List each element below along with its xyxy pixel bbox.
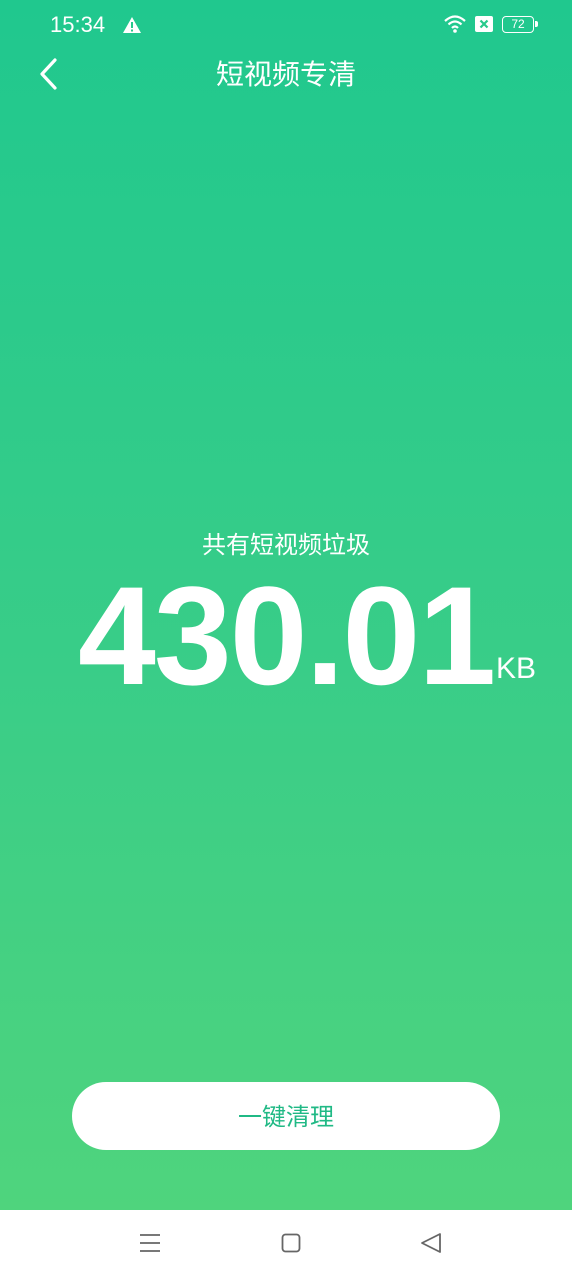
battery-icon: 72 — [502, 16, 538, 33]
menu-icon[interactable] — [139, 1232, 161, 1258]
home-icon[interactable] — [281, 1233, 301, 1257]
junk-size-unit: KB — [496, 652, 537, 685]
warning-icon — [122, 16, 142, 38]
sim-error-icon — [474, 15, 494, 37]
wifi-icon — [443, 14, 467, 38]
junk-size-value: 430.01 — [78, 557, 496, 714]
status-bar: 15:34 72 — [0, 0, 572, 52]
back-triangle-icon[interactable] — [420, 1232, 442, 1258]
status-time: 15:34 — [50, 12, 106, 37]
page-title: 短视频专清 — [215, 58, 356, 91]
main-screen: 15:34 72 短视频专清 共有短视频垃圾 430.01 KB 一键清理 — [0, 0, 572, 1210]
navigation-bar — [0, 1210, 572, 1280]
one-click-clean-button[interactable]: 一键清理 — [72, 1082, 500, 1150]
